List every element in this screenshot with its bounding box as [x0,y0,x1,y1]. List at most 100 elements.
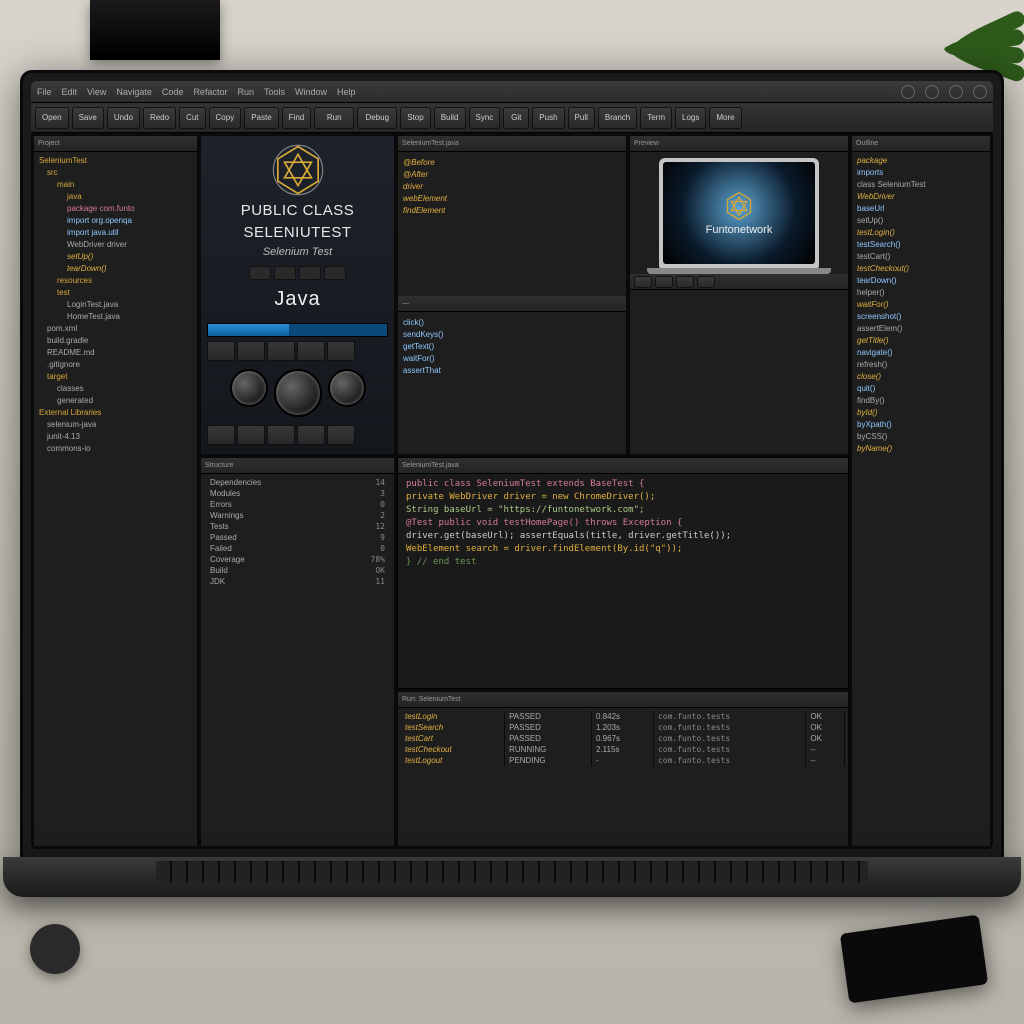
list-item[interactable]: sendKeys() [401,329,623,341]
menu-item[interactable]: File [37,87,52,97]
tree-item[interactable]: README.md [37,347,194,359]
outline-item[interactable]: byXpath() [855,419,987,431]
power-icon[interactable] [973,85,987,99]
control-button[interactable] [267,341,295,361]
list-item[interactable]: driver [401,181,623,193]
profile-icon[interactable] [949,85,963,99]
list-item[interactable]: assertThat [401,365,623,377]
outline-item[interactable]: refresh() [855,359,987,371]
tree-item[interactable]: junit-4.13 [37,431,194,443]
tree-item[interactable]: HomeTest.java [37,311,194,323]
tree-item[interactable]: test [37,287,194,299]
tree-item[interactable]: import org.openqa [37,215,194,227]
stop-button[interactable]: Stop [400,107,430,129]
mode-chip[interactable] [249,266,271,280]
table-row[interactable]: testLoginPASSED0.842scom.funto.testsOK [401,711,845,722]
outline-item[interactable]: navigate() [855,347,987,359]
toolbar-button[interactable]: Undo [107,107,140,129]
outline-item[interactable]: getTitle() [855,335,987,347]
toolbar-button[interactable]: Copy [209,107,242,129]
tree-item[interactable]: setUp() [37,251,194,263]
tree-item[interactable]: resources [37,275,194,287]
toolbar-button[interactable]: Branch [598,107,637,129]
outline-item[interactable]: quit() [855,383,987,395]
list-item[interactable]: @Before [401,157,623,169]
debug-button[interactable]: Debug [357,107,397,129]
control-button[interactable] [237,425,265,445]
toolbar-button[interactable]: Logs [675,107,706,129]
mode-chip[interactable] [299,266,321,280]
toolbar-button[interactable]: Push [532,107,564,129]
preview-button[interactable] [697,276,715,288]
list-item[interactable]: findElement [401,205,623,217]
toolbar-button[interactable]: Redo [143,107,176,129]
tree-item[interactable]: package com.funto [37,203,194,215]
test-results-table[interactable]: testLoginPASSED0.842scom.funto.testsOK te… [401,711,845,766]
outline-item[interactable]: byName() [855,443,987,455]
toolbar-button[interactable]: Save [72,107,104,129]
table-row[interactable]: testCheckoutRUNNING2.115scom.funto.tests… [401,744,845,755]
tree-item[interactable]: build.gradle [37,335,194,347]
notifications-icon[interactable] [925,85,939,99]
menu-item[interactable]: Edit [62,87,78,97]
menu-item[interactable]: Tools [264,87,285,97]
outline-item[interactable]: testSearch() [855,239,987,251]
outline-item[interactable]: byId() [855,407,987,419]
control-button[interactable] [297,341,325,361]
list-item[interactable]: @After [401,169,623,181]
toolbar-button[interactable]: Find [282,107,312,129]
toolbar-button[interactable]: Build [434,107,466,129]
list-item[interactable]: click() [401,317,623,329]
tree-item[interactable]: External Libraries [37,407,194,419]
outline-item[interactable]: class SeleniumTest [855,179,987,191]
list-item[interactable]: webElement [401,193,623,205]
toolbar-button[interactable]: Git [503,107,529,129]
table-row[interactable]: testCartPASSED0.967scom.funto.testsOK [401,733,845,744]
preview-button[interactable] [676,276,694,288]
control-button[interactable] [297,425,325,445]
outline-item[interactable]: helper() [855,287,987,299]
toolbar-button[interactable]: Paste [244,107,278,129]
outline-item[interactable]: close() [855,371,987,383]
tree-item[interactable]: target [37,371,194,383]
outline-item[interactable]: findBy() [855,395,987,407]
toolbar-button[interactable]: Cut [179,107,205,129]
menu-item[interactable]: Run [237,87,254,97]
menu-item[interactable]: Navigate [116,87,152,97]
menu-item[interactable]: Help [337,87,356,97]
control-button[interactable] [267,425,295,445]
tree-item[interactable]: generated [37,395,194,407]
outline-item[interactable]: setUp() [855,215,987,227]
outline-item[interactable]: testLogin() [855,227,987,239]
code-editor[interactable]: SeleniumTest.java public class SeleniumT… [397,457,849,689]
outline-item[interactable]: testCheckout() [855,263,987,275]
preview-button[interactable] [655,276,673,288]
toolbar-button[interactable]: Open [35,107,69,129]
run-button[interactable]: Run [314,107,354,129]
toolbar-button[interactable]: More [709,107,741,129]
settings-icon[interactable] [901,85,915,99]
control-button[interactable] [327,341,355,361]
dial-control[interactable] [274,369,322,417]
tree-item[interactable]: .gitignore [37,359,194,371]
control-button[interactable] [237,341,265,361]
tree-item[interactable]: import java.util [37,227,194,239]
structure-list[interactable]: @Before@AfterdriverwebElementfindElement [398,154,626,294]
menu-item[interactable]: Window [295,87,327,97]
tree-item[interactable]: LoginTest.java [37,299,194,311]
tree-item[interactable]: pom.xml [37,323,194,335]
dial-control[interactable] [230,369,268,407]
menu-item[interactable]: Refactor [193,87,227,97]
toolbar-button[interactable]: Term [640,107,672,129]
outline-item[interactable]: WebDriver [855,191,987,203]
tree-item[interactable]: commons-io [37,443,194,455]
tree-item[interactable]: java [37,191,194,203]
tree-item[interactable]: selenium-java [37,419,194,431]
outline-item[interactable]: baseUrl [855,203,987,215]
outline-list[interactable]: packageimportsclass SeleniumTest WebDriv… [852,152,990,846]
mode-chip[interactable] [324,266,346,280]
toolbar-button[interactable]: Sync [469,107,501,129]
outline-item[interactable]: package [855,155,987,167]
list-item[interactable]: getText() [401,341,623,353]
toolbar-button[interactable]: Pull [568,107,595,129]
